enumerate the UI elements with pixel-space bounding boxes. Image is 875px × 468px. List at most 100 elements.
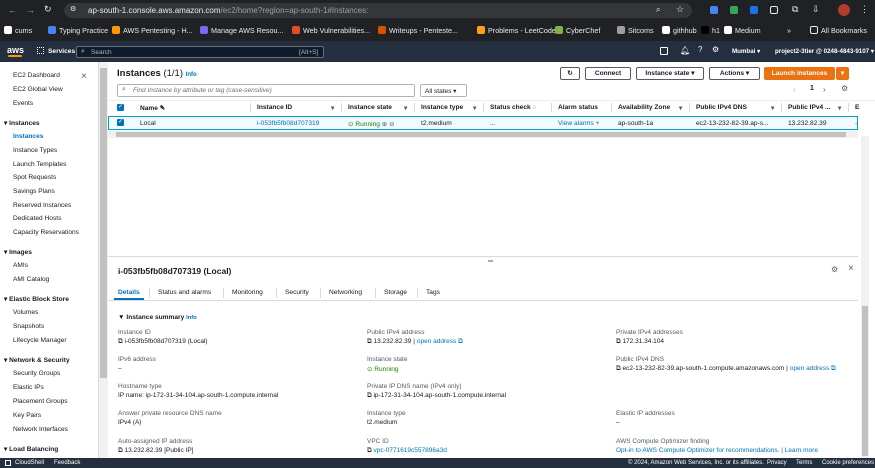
cookie-link[interactable]: Cookie preferences: [822, 460, 874, 466]
column-header[interactable]: Public IPv4 DNS ▾: [696, 104, 774, 112]
sort-icon[interactable]: ▾: [771, 104, 774, 112]
zoom-in-icon[interactable]: ⊕: [382, 121, 388, 128]
table-settings-icon[interactable]: ⚙: [841, 84, 848, 93]
column-divider[interactable]: [781, 103, 782, 112]
close-sidebar-icon[interactable]: ×: [81, 71, 87, 82]
region-selector[interactable]: Mumbai ▾: [732, 48, 760, 55]
bookmark-item[interactable]: Manage AWS Resou...: [200, 26, 283, 35]
column-divider[interactable]: [483, 103, 484, 112]
feedback-link[interactable]: Feedback: [54, 460, 80, 466]
address-bar[interactable]: ⚙ ap-south-1.console.aws.amazon.com/ec2/…: [64, 3, 692, 18]
settings-icon[interactable]: ⚙: [712, 45, 719, 54]
cloudshell-icon[interactable]: [660, 47, 668, 55]
details-tab[interactable]: Networking: [329, 289, 362, 296]
bookmark-item[interactable]: githhub: [662, 26, 697, 35]
account-menu[interactable]: project2-3tier @ 0248-4843-9107 ▾: [775, 48, 874, 55]
bookmark-item[interactable]: cums: [4, 26, 32, 35]
bookmark-item[interactable]: h1: [701, 26, 720, 35]
sidebar-section-header[interactable]: ▾ Elastic Block Store: [4, 295, 69, 303]
details-tab[interactable]: Security: [285, 289, 309, 296]
sidebar-item[interactable]: EC2 Global View: [13, 86, 63, 93]
sidebar-section-header[interactable]: ▾ Load Balancing: [4, 445, 58, 453]
sidebar-item[interactable]: Launch Templates: [13, 161, 66, 168]
extension-icon-2[interactable]: [730, 6, 738, 14]
sort-icon[interactable]: ▾: [679, 104, 682, 112]
details-settings-icon[interactable]: ⚙: [831, 265, 838, 274]
extensions-puzzle-icon[interactable]: ⧉: [792, 4, 798, 15]
sidebar-section-header[interactable]: ▾ Instances: [4, 119, 40, 127]
reload-icon[interactable]: ↻: [44, 4, 52, 15]
sidebar-item[interactable]: Reserved Instances: [13, 202, 71, 209]
sort-icon[interactable]: ▾: [404, 104, 407, 112]
filter-input[interactable]: ⌕ Find Instance by attribute or tag (cas…: [117, 84, 415, 97]
sidebar-item[interactable]: Security Groups: [13, 370, 60, 377]
profile-avatar[interactable]: [838, 4, 850, 16]
page-number[interactable]: 1: [810, 85, 814, 92]
forward-icon[interactable]: →: [26, 5, 35, 15]
all-bookmarks-button[interactable]: All Bookmarks: [810, 26, 867, 35]
sidebar-item[interactable]: AMIs: [13, 262, 28, 269]
sidebar-item[interactable]: Elastic IPs: [13, 384, 44, 391]
aws-search-input[interactable]: ⌕ Search [Alt+S]: [76, 46, 324, 58]
bookmark-item[interactable]: CyberChef: [555, 26, 600, 35]
details-tab[interactable]: Storage: [384, 289, 407, 296]
sidebar-item[interactable]: AMI Catalog: [13, 276, 49, 283]
services-grid-icon[interactable]: [37, 47, 44, 54]
details-tab[interactable]: Details: [118, 289, 140, 296]
column-header[interactable]: Alarm status: [558, 104, 598, 111]
bookmark-item[interactable]: AWS Pentesting - H...: [112, 26, 193, 35]
open-address-link[interactable]: open address ⧉: [417, 338, 463, 345]
next-page-icon[interactable]: ›: [823, 85, 826, 94]
back-icon[interactable]: ←: [8, 5, 17, 15]
row-name[interactable]: Local: [140, 120, 156, 127]
sidebar-item[interactable]: Dedicated Hosts: [13, 215, 61, 222]
column-header[interactable]: Instance state ▾: [348, 104, 407, 112]
notifications-icon[interactable]: 🔔︎: [680, 46, 690, 55]
site-info-icon[interactable]: ⚙: [70, 5, 76, 13]
prev-page-icon[interactable]: ‹: [793, 85, 796, 94]
column-divider[interactable]: [611, 103, 612, 112]
sidebar-item[interactable]: Lifecycle Manager: [13, 337, 67, 344]
help-icon[interactable]: ?: [698, 45, 702, 54]
bookmark-item[interactable]: Writeups - Penteste...: [378, 26, 458, 35]
column-header[interactable]: Availability Zone ▾: [618, 104, 682, 112]
terms-link[interactable]: Terms: [796, 460, 812, 466]
bookmark-item[interactable]: Web Vulnerabilities...: [292, 26, 370, 35]
sidebar-scrollbar[interactable]: [99, 62, 108, 458]
add-alarm-icon[interactable]: +: [596, 120, 600, 127]
refresh-button[interactable]: ↻: [560, 67, 580, 80]
sidebar-item[interactable]: Capacity Reservations: [13, 229, 79, 236]
extension-icon-3[interactable]: [750, 6, 758, 14]
column-divider[interactable]: [848, 103, 849, 112]
column-header[interactable]: E: [855, 104, 859, 111]
sidebar-item[interactable]: Snapshots: [13, 323, 44, 330]
bookmark-item[interactable]: Typing Practice: [48, 26, 108, 35]
instance-state-button[interactable]: Instance state ▾: [636, 67, 704, 80]
sidebar-item[interactable]: Events: [13, 100, 33, 107]
sidebar-scroll-thumb[interactable]: [100, 68, 107, 378]
column-header[interactable]: Instance type ▾: [421, 104, 476, 112]
column-divider[interactable]: [689, 103, 690, 112]
actions-button[interactable]: Actions ▾: [709, 67, 760, 80]
privacy-link[interactable]: Privacy: [767, 460, 787, 466]
launch-dropdown-button[interactable]: ▾: [836, 67, 849, 80]
bookmark-item[interactable]: Problems - LeetCode: [477, 26, 556, 35]
sidebar-item[interactable]: Key Pairs: [13, 412, 41, 419]
open-address-link[interactable]: open address ⧉: [790, 365, 836, 372]
bookmark-item[interactable]: Sitcoms: [617, 26, 654, 35]
extension-icon-4[interactable]: [770, 6, 778, 14]
row-instance-id[interactable]: i-053fb5fb08d707319: [257, 120, 319, 127]
sidebar-item[interactable]: Instance Types: [13, 147, 57, 154]
sidebar-item[interactable]: Savings Plans: [13, 188, 55, 195]
connect-button[interactable]: Connect: [585, 67, 631, 80]
sidebar-section-header[interactable]: ▾ Network & Security: [4, 356, 70, 364]
sidebar-item[interactable]: Placement Groups: [13, 398, 68, 405]
sidebar-section-header[interactable]: ▾ Images: [4, 248, 32, 256]
details-tab[interactable]: Monitoring: [232, 289, 263, 296]
table-hscroll-thumb[interactable]: [116, 132, 846, 137]
bookmarks-overflow-button[interactable]: »: [787, 26, 791, 35]
column-divider[interactable]: [341, 103, 342, 112]
select-all-checkbox[interactable]: ✓: [117, 104, 124, 111]
table-hscrollbar[interactable]: [108, 131, 858, 138]
column-header[interactable]: Instance ID ▾: [257, 104, 334, 112]
